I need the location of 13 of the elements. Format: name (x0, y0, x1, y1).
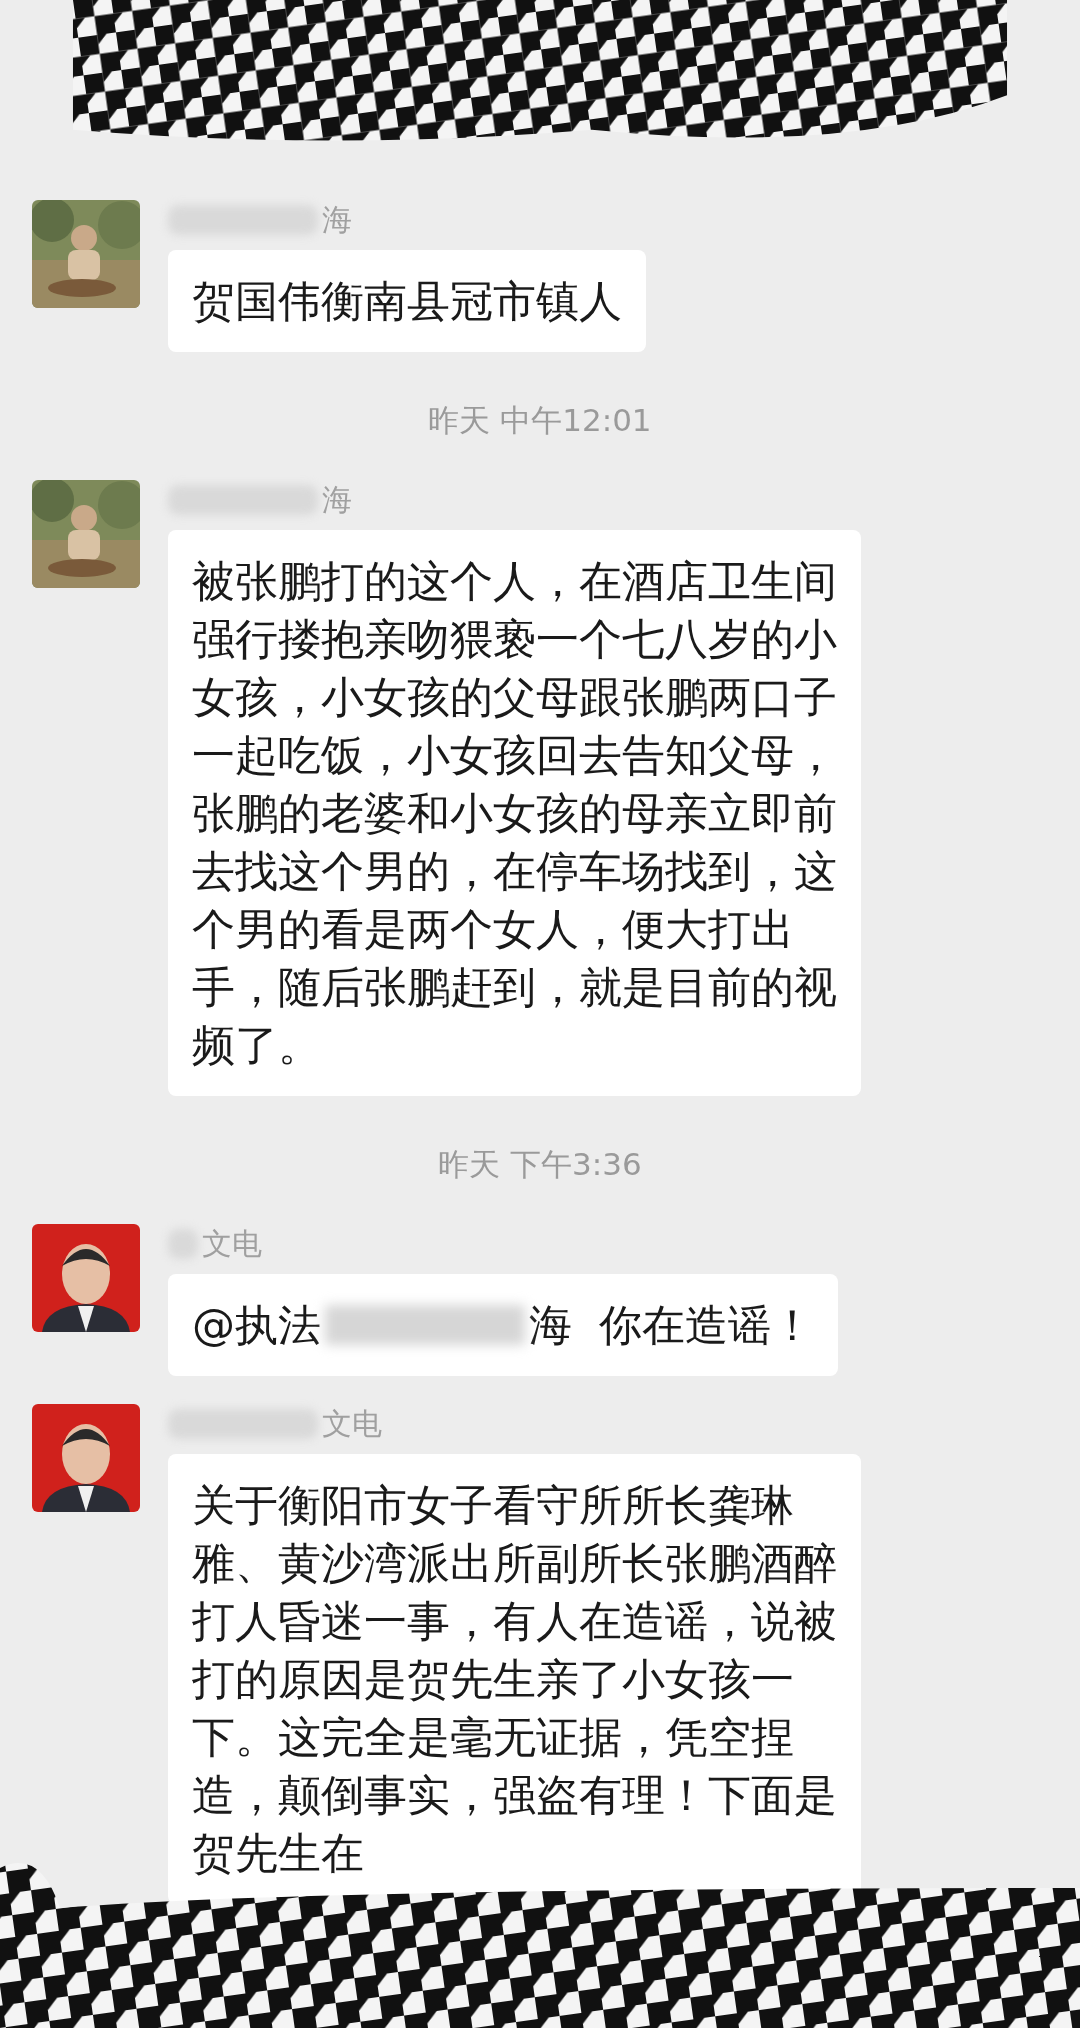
message-bubble: 贺国伟衡南县冠市镇人 (168, 250, 646, 352)
sender-name: 文电 (322, 1404, 382, 1443)
mention-link[interactable]: @执法 (192, 1296, 321, 1354)
message-text: 海 你在造谣！ (529, 1299, 815, 1352)
message-bubble: 被张鹏打的这个人，在酒店卫生间强行搂抱亲吻猥亵一个七八岁的小女孩，小女孩的父母跟张鹏两口子一起吃饭，小女孩回去告知父母，张鹏的老婆和小女孩的母亲立即前去找这个男的，在停车场找到，这个男的看是两个女人，便大打出手，随后张鹏赶到，就是目前的视频了。 (168, 530, 861, 1096)
sender-name: 海 (322, 200, 352, 239)
avatar-icon[interactable] (32, 1224, 140, 1332)
sender-name: 文电 (202, 1224, 262, 1263)
avatar-icon[interactable] (32, 1404, 140, 1512)
timestamp: 昨天 中午12:01 (428, 401, 652, 440)
sender-name: 海 (322, 480, 352, 519)
timestamp: 昨天 下午3:36 (438, 1145, 642, 1184)
message-bubble: 关于衡阳市女子看守所所长龚琳雅、黄沙湾派出所副所长张鹏酒醉打人昏迷一事，有人在造谣，说被打的原因是贺先生亲了小女孩一下。这完全是毫无证据，凭空捏造，颠倒事实，强盗有理！下面是贺先生在 (168, 1454, 861, 1904)
